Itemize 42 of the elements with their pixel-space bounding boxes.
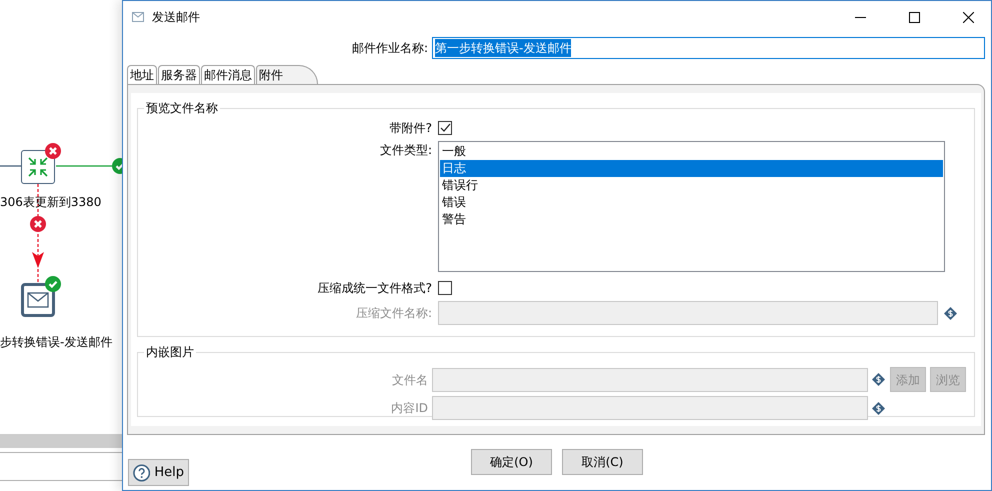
variable-icon[interactable] [944,306,957,320]
window-title: 发送邮件 [152,9,201,26]
envelope-icon [27,292,49,308]
list-item[interactable]: 错误行 [440,177,943,194]
mail-icon [132,12,144,22]
merge-step-node[interactable] [21,150,55,184]
help-button[interactable]: Help [128,459,189,486]
job-name-field[interactable]: 第一步转换错误-发送邮件 [432,37,985,59]
tab[interactable]: 服务器 [158,65,200,84]
field-label: 文件名 [391,372,428,388]
checkbox-label: 压缩成统一文件格式? [316,280,432,297]
arrows-inward-icon [27,156,49,178]
connector-line [0,165,22,167]
file-type-list[interactable]: 一般 日志 错误行 错误 警告 [438,141,945,272]
mail-step-node[interactable] [21,283,55,317]
list-item[interactable]: 错误 [440,194,943,211]
tab[interactable]: 附件 [256,65,318,84]
step-label: 步转换错误-发送邮件 [0,334,112,351]
checkbox[interactable] [438,281,452,295]
variable-icon[interactable] [872,373,885,386]
list-item[interactable]: 警告 [440,211,943,228]
scrollbar[interactable] [0,434,122,448]
field-label: 内容ID [390,400,428,417]
close-icon [962,12,974,22]
maximize-icon [908,12,920,22]
group-title: 内嵌图片 [145,345,195,359]
list-item[interactable]: 日志 [440,160,943,177]
help-icon [133,464,150,482]
tab[interactable]: 邮件消息 [201,65,255,84]
job-name-label: 邮件作业名称: [350,40,428,57]
checkbox-label: 带附件? [388,120,432,137]
cancel-button[interactable]: 取消(C) [562,449,643,475]
variable-icon[interactable] [872,402,885,414]
field-label: 压缩文件名称: [354,305,432,322]
field-label: 文件类型: [378,142,432,159]
tab[interactable]: 地址 [127,65,157,84]
error-badge-icon [30,216,46,232]
checkbox[interactable] [438,121,452,135]
ok-button[interactable]: 确定(O) [471,449,552,475]
group-title: 预览文件名称 [145,101,219,115]
step-label: 306表更新到3380 [0,194,102,211]
list-item[interactable]: 一般 [440,143,943,160]
